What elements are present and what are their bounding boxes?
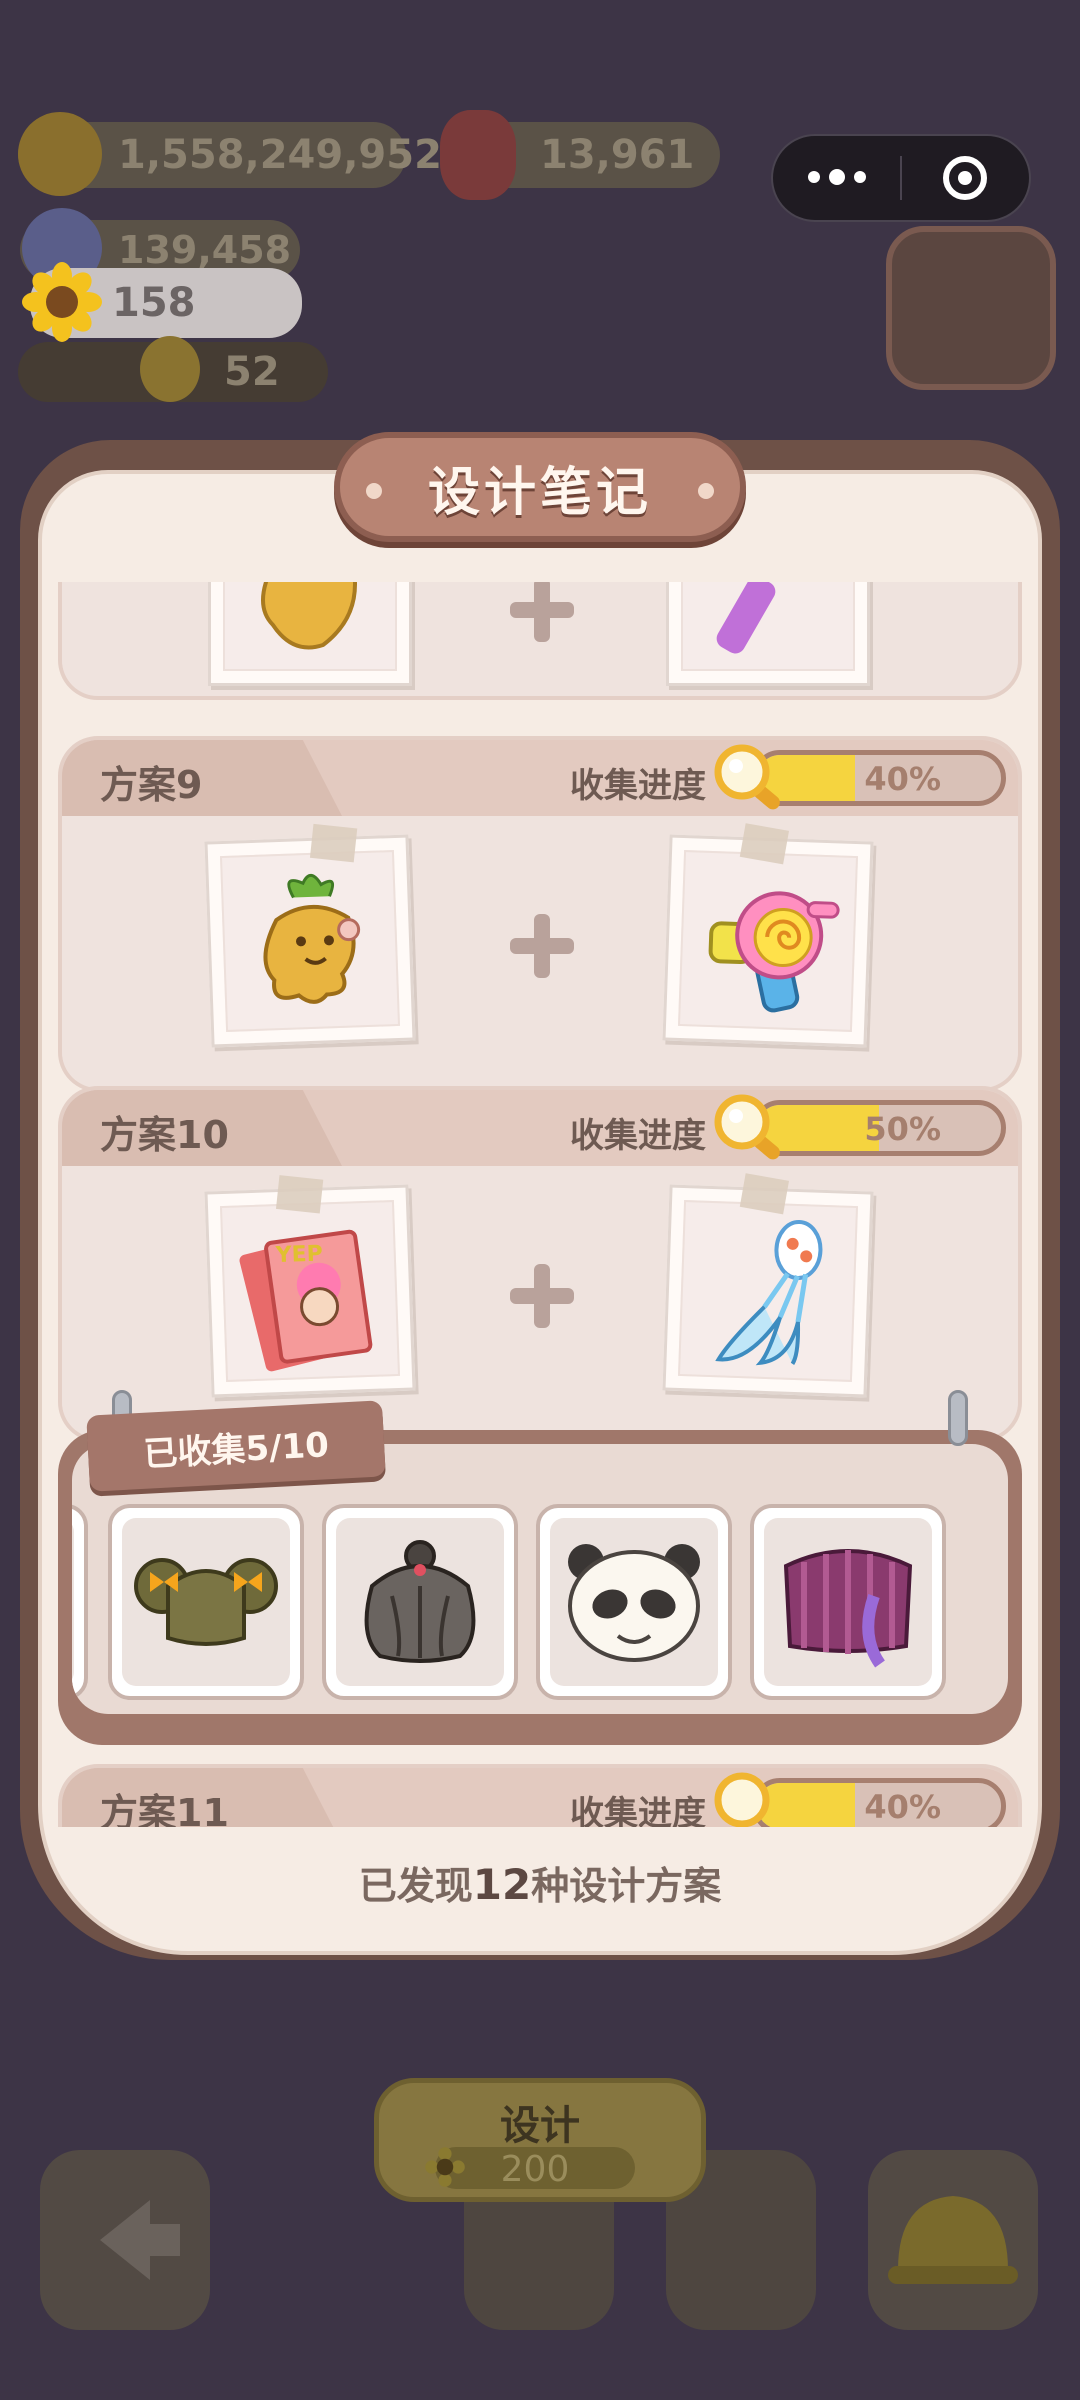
plan-list[interactable]: 方案9 收集进度 40% 方案10 收集进度 50% YEP 已收集5/10 方… — [58, 582, 1022, 1827]
plus-icon — [510, 582, 574, 642]
item-photo-cards[interactable]: YEP — [204, 1175, 416, 1398]
magnifier-icon — [714, 1772, 770, 1827]
magnifier-icon — [714, 744, 780, 810]
page-title: 设计笔记 — [427, 462, 652, 523]
coin-icon — [18, 112, 102, 196]
collected-count: 已收集5/10 — [142, 1424, 330, 1475]
progress-label: 收集进度 — [570, 766, 706, 806]
item-photo[interactable] — [208, 582, 412, 686]
sunflower-icon — [22, 262, 102, 342]
progress-bar: 50% — [752, 1100, 1006, 1156]
berry-icon — [440, 110, 516, 200]
back-arrow-icon — [100, 2200, 180, 2280]
purple-fan-icon — [783, 1549, 913, 1668]
photo-cards-icon: YEP — [239, 1229, 373, 1372]
collected-slot[interactable] — [322, 1504, 518, 1700]
item-photo-whisk[interactable] — [662, 1173, 874, 1398]
hardhat-button[interactable] — [868, 2150, 1038, 2330]
hardhat-icon — [888, 2196, 1018, 2284]
plan-name: 方案10 — [100, 1113, 229, 1157]
mandrake-icon — [263, 873, 361, 1004]
collected-tray: 已收集5/10 — [58, 1390, 1022, 1745]
back-button[interactable] — [40, 2150, 210, 2330]
progress-percent: 50% — [864, 1110, 941, 1148]
collected-slot-partial[interactable] — [72, 1504, 88, 1700]
progress-label: 收集进度 — [570, 1116, 706, 1156]
chick-icon — [140, 336, 200, 402]
sunflower-icon — [425, 2147, 465, 2187]
chick-value: 52 — [224, 349, 280, 395]
progress-percent: 40% — [864, 760, 941, 798]
discovered-summary: 已发现12种设计方案 — [358, 1860, 722, 1909]
panda-mask-icon — [568, 1544, 700, 1662]
pink-tool-icon — [716, 582, 776, 654]
design-button[interactable]: 设计 200 — [374, 2078, 706, 2202]
plan-card-previous — [58, 582, 1022, 700]
progress-bar: 40% — [752, 1778, 1006, 1827]
close-target-icon[interactable] — [902, 156, 1029, 200]
magnifier-icon — [714, 1094, 780, 1160]
berry-value: 13,961 — [540, 132, 695, 178]
item-photo-candy-blaster[interactable] — [662, 823, 874, 1048]
discovered-count: 12 — [472, 1860, 532, 1909]
svg-text:YEP: YEP — [274, 1242, 323, 1269]
plan-card[interactable]: 方案9 收集进度 40% — [58, 736, 1022, 1092]
progress-label: 收集进度 — [570, 1794, 706, 1827]
plus-icon — [510, 914, 574, 978]
collected-label-ribbon: 已收集5/10 — [86, 1400, 386, 1492]
plan-card[interactable]: 方案11 收集进度 40% — [58, 1764, 1022, 1827]
item-photo-mandrake[interactable] — [204, 823, 416, 1048]
plan-card[interactable]: 方案10 收集进度 50% YEP — [58, 1086, 1022, 1442]
design-button-label: 设计 — [500, 2103, 580, 2149]
progress-percent: 40% — [864, 1788, 941, 1826]
progress-bar: 40% — [752, 750, 1006, 806]
sunflower-value: 158 — [112, 280, 196, 326]
plan-name: 方案11 — [100, 1791, 229, 1827]
candy-blaster-icon — [708, 891, 840, 1013]
whisk-wand-icon — [715, 1220, 823, 1366]
collected-slot[interactable] — [108, 1504, 304, 1700]
gem-value: 139,458 — [118, 228, 292, 272]
design-book-icon[interactable] — [886, 226, 1056, 390]
item-photo[interactable] — [666, 582, 870, 686]
coin-value: 1,558,249,952 — [118, 132, 442, 178]
mandrake-icon — [261, 582, 357, 650]
messy-hair-icon — [364, 1540, 476, 1663]
twin-buns-hair-icon — [134, 1558, 278, 1646]
plus-icon — [510, 1264, 574, 1328]
title-plate: 设计笔记 — [334, 432, 746, 542]
mini-program-capsule[interactable] — [771, 134, 1031, 222]
collected-slot[interactable] — [536, 1504, 732, 1700]
collected-slot[interactable] — [750, 1504, 946, 1700]
plan-name: 方案9 — [100, 763, 203, 807]
pin-icon — [948, 1390, 968, 1446]
more-menu-icon[interactable] — [773, 169, 900, 185]
